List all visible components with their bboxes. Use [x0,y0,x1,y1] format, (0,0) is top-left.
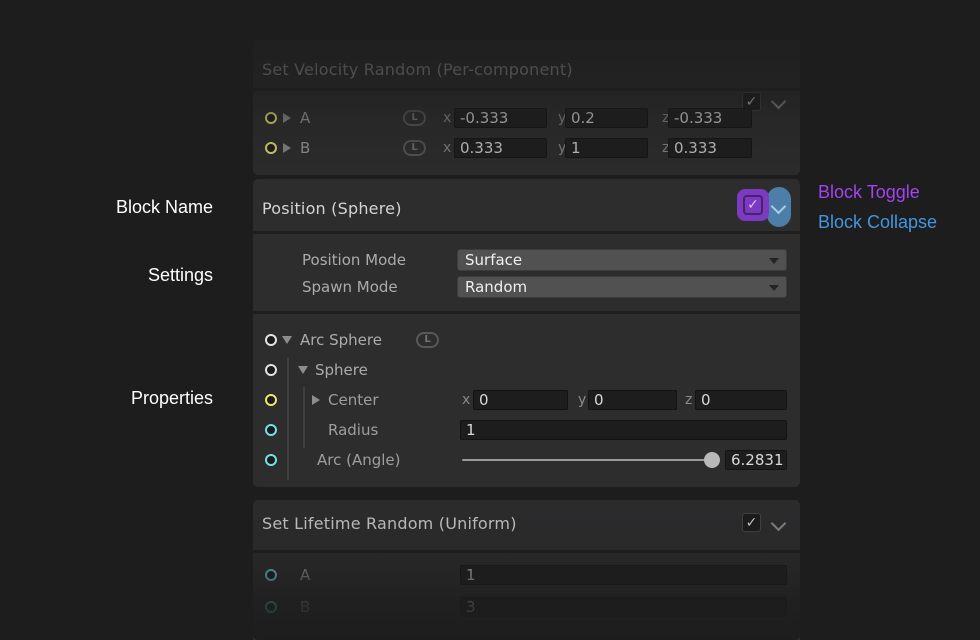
block-position-sphere[interactable]: Position (Sphere) ✓ Position Mode Surfac… [253,179,800,487]
indent-guide [303,387,305,448]
foldout-a-icon[interactable] [283,113,291,123]
dropdown-arrow-icon [769,285,779,291]
block-title: Position (Sphere) [262,199,402,219]
radius-field[interactable]: 1 [460,420,787,440]
position-mode-dropdown[interactable]: Surface [457,249,787,271]
annotation-block-collapse: Block Collapse [818,212,937,232]
row-label: B [300,138,310,158]
arc-value-field[interactable]: 6.2831 [725,450,787,470]
center-y-field[interactable]: 0 [588,390,677,410]
port-center[interactable] [265,394,277,406]
chevron-down-icon [771,199,787,215]
value-field-bz[interactable]: 0.333 [668,138,752,158]
block-set-velocity-random[interactable]: Set Velocity Random (Per-component) ✓ A … [253,40,800,175]
foldout-center-icon[interactable] [312,395,320,405]
foldout-arc-sphere-icon[interactable] [282,336,292,344]
value-field-bx[interactable]: 0.333 [454,138,547,158]
axis-label-y: y [578,390,586,410]
property-label: Arc Sphere [300,330,382,350]
block-title: Set Lifetime Random (Uniform) [262,514,517,534]
axis-label-x: x [462,390,470,410]
section-divider [253,311,800,314]
block-enable-checkbox: ✓ [743,195,763,215]
space-local-icon[interactable]: L [416,332,439,348]
block-collapse-button[interactable] [767,187,791,227]
port-radius[interactable] [265,424,277,436]
dropdown-value: Random [465,278,527,296]
block-enable-checkbox[interactable]: ✓ [742,513,761,532]
block-toggle-button[interactable]: ✓ [737,189,769,221]
value-field-az[interactable]: -0.333 [668,108,752,128]
row-label: B [300,597,310,617]
annotation-block-name: Block Name [116,197,213,217]
section-divider [253,88,800,91]
row-label: A [300,108,310,128]
center-z-field[interactable]: 0 [695,390,787,410]
space-local-icon[interactable]: L [403,140,426,156]
block-collapse-chevron-icon[interactable] [771,516,787,532]
property-label: Sphere [315,360,368,380]
annotation-block-toggle: Block Toggle [818,182,920,202]
port-arc-angle[interactable] [265,454,277,466]
foldout-b-icon[interactable] [283,143,291,153]
block-title: Set Velocity Random (Per-component) [262,60,573,80]
block-collapse-chevron-icon[interactable] [771,94,787,110]
property-label: Radius [328,420,378,440]
port-b[interactable] [265,142,277,154]
port-b[interactable] [265,601,277,613]
port-sphere[interactable] [265,364,277,376]
setting-label: Position Mode [302,250,406,270]
axis-label-z: z [685,390,692,410]
port-a[interactable] [265,112,277,124]
lifetime-a-field[interactable]: 1 [460,565,787,585]
checkmark-icon: ✓ [746,95,758,109]
vfx-graph-canvas: Block Name Settings Properties Block Tog… [0,0,980,640]
spawn-mode-dropdown[interactable]: Random [457,276,787,298]
dropdown-value: Surface [465,251,522,269]
port-a[interactable] [265,569,277,581]
value-field-ay[interactable]: 0.2 [565,108,648,128]
axis-label-x: x [443,108,451,128]
annotation-settings: Settings [148,265,213,285]
row-label: A [300,565,310,585]
setting-label: Spawn Mode [302,277,398,297]
foldout-sphere-icon[interactable] [298,366,308,374]
center-x-field[interactable]: 0 [473,390,568,410]
lifetime-b-field[interactable]: 3 [460,597,787,617]
section-divider [253,231,800,234]
port-arc-sphere[interactable] [265,334,277,346]
section-divider [253,550,800,553]
checkmark-icon: ✓ [747,198,759,212]
annotation-properties: Properties [131,388,213,408]
checkmark-icon: ✓ [746,516,758,530]
block-set-lifetime-random[interactable]: Set Lifetime Random (Uniform) ✓ A 1 B 3 [253,500,800,640]
arc-slider-track[interactable] [462,459,705,461]
indent-guide [287,358,289,480]
value-field-ax[interactable]: -0.333 [454,108,547,128]
axis-label-x: x [443,138,451,158]
arc-slider-handle[interactable] [704,452,720,468]
property-label: Arc (Angle) [317,450,401,470]
dropdown-arrow-icon [769,258,779,264]
value-field-by[interactable]: 1 [565,138,648,158]
property-label: Center [328,390,379,410]
space-local-icon[interactable]: L [403,110,426,126]
